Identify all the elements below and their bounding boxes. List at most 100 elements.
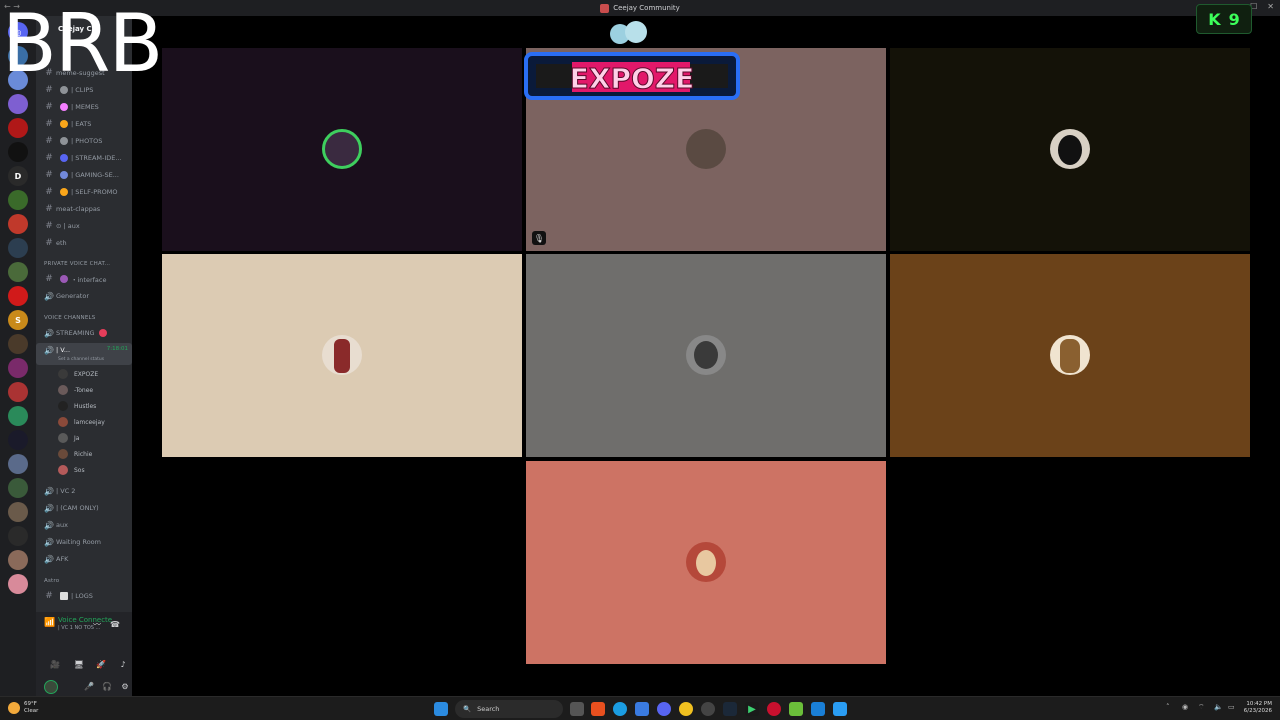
app-icon[interactable] (833, 702, 847, 716)
server-icon[interactable] (8, 286, 28, 306)
play-icon[interactable]: ▶ (745, 702, 759, 716)
channel-aux-voice[interactable]: 🔊 aux (36, 518, 132, 532)
channel-photos[interactable]: # | PHOTOS (36, 134, 132, 148)
channel-eats[interactable]: # | EATS (36, 117, 132, 131)
category-private-voice[interactable]: PRIVATE VOICE CHAT... (44, 261, 110, 267)
chrome-icon[interactable] (679, 702, 693, 716)
channel-aux[interactable]: # ⊙ | aux (36, 219, 132, 233)
channel-self-promo[interactable]: # | SELF-PROMO (36, 185, 132, 199)
taskbar-search[interactable]: 🔍 Search (455, 700, 563, 718)
server-icon[interactable] (8, 526, 28, 546)
noise-icon[interactable]: 〰 (88, 618, 106, 630)
soundboard-icon[interactable]: ♪ (114, 658, 132, 670)
avatar (58, 465, 68, 475)
channel-interface[interactable]: # ・interface (36, 272, 132, 286)
kick-icon: K (1208, 9, 1221, 29)
weather-widget[interactable]: 69°F Clear (8, 701, 38, 714)
avatar (686, 542, 726, 582)
camera-icon[interactable]: 🎥 (46, 658, 64, 670)
speaker-icon: 🔊 (44, 346, 54, 355)
server-icon[interactable] (8, 238, 28, 258)
battery-icon[interactable]: ▭ (1228, 703, 1235, 711)
hash-icon: # (45, 238, 53, 248)
windows-start-icon[interactable] (434, 702, 448, 716)
screen-share-icon[interactable]: 🖥 (70, 658, 88, 670)
server-icon[interactable] (8, 358, 28, 378)
server-icon[interactable] (8, 502, 28, 522)
channel-streaming[interactable]: 🔊 STREAMING (36, 326, 132, 340)
server-icon[interactable] (8, 574, 28, 594)
server-icon[interactable] (8, 214, 28, 234)
voice-member[interactable]: EXPOZE (58, 367, 132, 381)
server-icon[interactable] (8, 94, 28, 114)
server-icon[interactable] (8, 190, 28, 210)
voice-member[interactable]: Richie (58, 447, 132, 461)
emoji-icon (60, 154, 68, 162)
channel-stream-ideas[interactable]: # | STREAM-IDE... (36, 151, 132, 165)
server-icon[interactable] (8, 334, 28, 354)
channel-memes[interactable]: # | MEMES (36, 100, 132, 114)
file-icon[interactable] (789, 702, 803, 716)
store-icon[interactable] (635, 702, 649, 716)
user-avatar[interactable] (44, 680, 58, 694)
channel-status[interactable]: Set a channel status (58, 354, 128, 364)
tray-chevron-icon[interactable]: ˄ (1166, 703, 1170, 711)
channel-vc2[interactable]: 🔊 | VC 2 (36, 484, 132, 498)
voice-member[interactable]: lamceejay (58, 415, 132, 429)
voice-member[interactable]: Sos (58, 463, 132, 477)
search-icon: 🔍 (463, 705, 472, 713)
channel-eth[interactable]: # eth (36, 236, 132, 250)
channel-generator[interactable]: 🔊 Generator (36, 289, 132, 303)
channel-waiting-room[interactable]: 🔊 Waiting Room (36, 535, 132, 549)
channel-meat-clappas[interactable]: # meat-clappas (36, 202, 132, 216)
server-icon[interactable] (8, 454, 28, 474)
steam-icon[interactable] (723, 702, 737, 716)
video-tile[interactable] (890, 254, 1250, 457)
channel-gaming[interactable]: # | GAMING-SE... (36, 168, 132, 182)
voice-member[interactable]: Ja (58, 431, 132, 445)
avatar (58, 417, 68, 427)
app-window: ← → Ceejay Community — ☐ ✕ ◎ D S (0, 0, 1280, 720)
activities-icon[interactable]: 🚀 (92, 658, 110, 670)
voice-member[interactable]: Hustles (58, 399, 132, 413)
app-icon[interactable] (811, 702, 825, 716)
voice-member[interactable]: -Tonee (58, 383, 132, 397)
cartoon-head-right (625, 21, 647, 43)
video-tile[interactable] (162, 48, 522, 251)
server-icon[interactable]: S (8, 310, 28, 330)
disconnect-icon[interactable]: ☎ (106, 618, 124, 630)
server-icon[interactable] (8, 550, 28, 570)
video-tile[interactable] (890, 48, 1250, 251)
wifi-icon[interactable]: ⌔ (1198, 703, 1205, 712)
category-voice-channels[interactable]: VOICE CHANNELS (44, 315, 95, 321)
windows-taskbar: 69°F Clear 🔍 Search ▶ ˄ ◉ ⌔ 🔈 ▭ 10:42 PM… (0, 696, 1280, 720)
microphone-icon[interactable]: 🎤 (80, 680, 98, 692)
close-icon[interactable]: ✕ (1267, 2, 1274, 11)
edge-icon[interactable] (613, 702, 627, 716)
discord-icon[interactable] (657, 702, 671, 716)
taskbar-clock[interactable]: 10:42 PM 6/23/2026 (1244, 701, 1272, 715)
tray-app-icon[interactable]: ◉ (1182, 703, 1188, 711)
server-icon[interactable] (8, 430, 28, 450)
server-icon[interactable] (8, 118, 28, 138)
video-tile[interactable] (162, 254, 522, 457)
opera-icon[interactable] (767, 702, 781, 716)
server-icon[interactable] (8, 142, 28, 162)
task-view-icon[interactable] (570, 702, 584, 716)
settings-gear-icon[interactable]: ⚙ (116, 680, 134, 692)
video-tile[interactable] (526, 461, 886, 664)
video-tile[interactable] (526, 254, 886, 457)
server-icon[interactable]: D (8, 166, 28, 186)
channel-afk[interactable]: 🔊 AFK (36, 552, 132, 566)
server-icon[interactable] (8, 262, 28, 282)
channel-cam-only[interactable]: 🔊 | (CAM ONLY) (36, 501, 132, 515)
server-icon[interactable] (8, 478, 28, 498)
channel-logs[interactable]: # | LOGS (36, 589, 132, 603)
category-astro[interactable]: Astro (44, 578, 59, 584)
server-icon[interactable] (8, 406, 28, 426)
brave-icon[interactable] (591, 702, 605, 716)
volume-icon[interactable]: 🔈 (1214, 703, 1223, 711)
server-icon[interactable] (8, 382, 28, 402)
headphones-icon[interactable]: 🎧 (98, 680, 116, 692)
obs-icon[interactable] (701, 702, 715, 716)
